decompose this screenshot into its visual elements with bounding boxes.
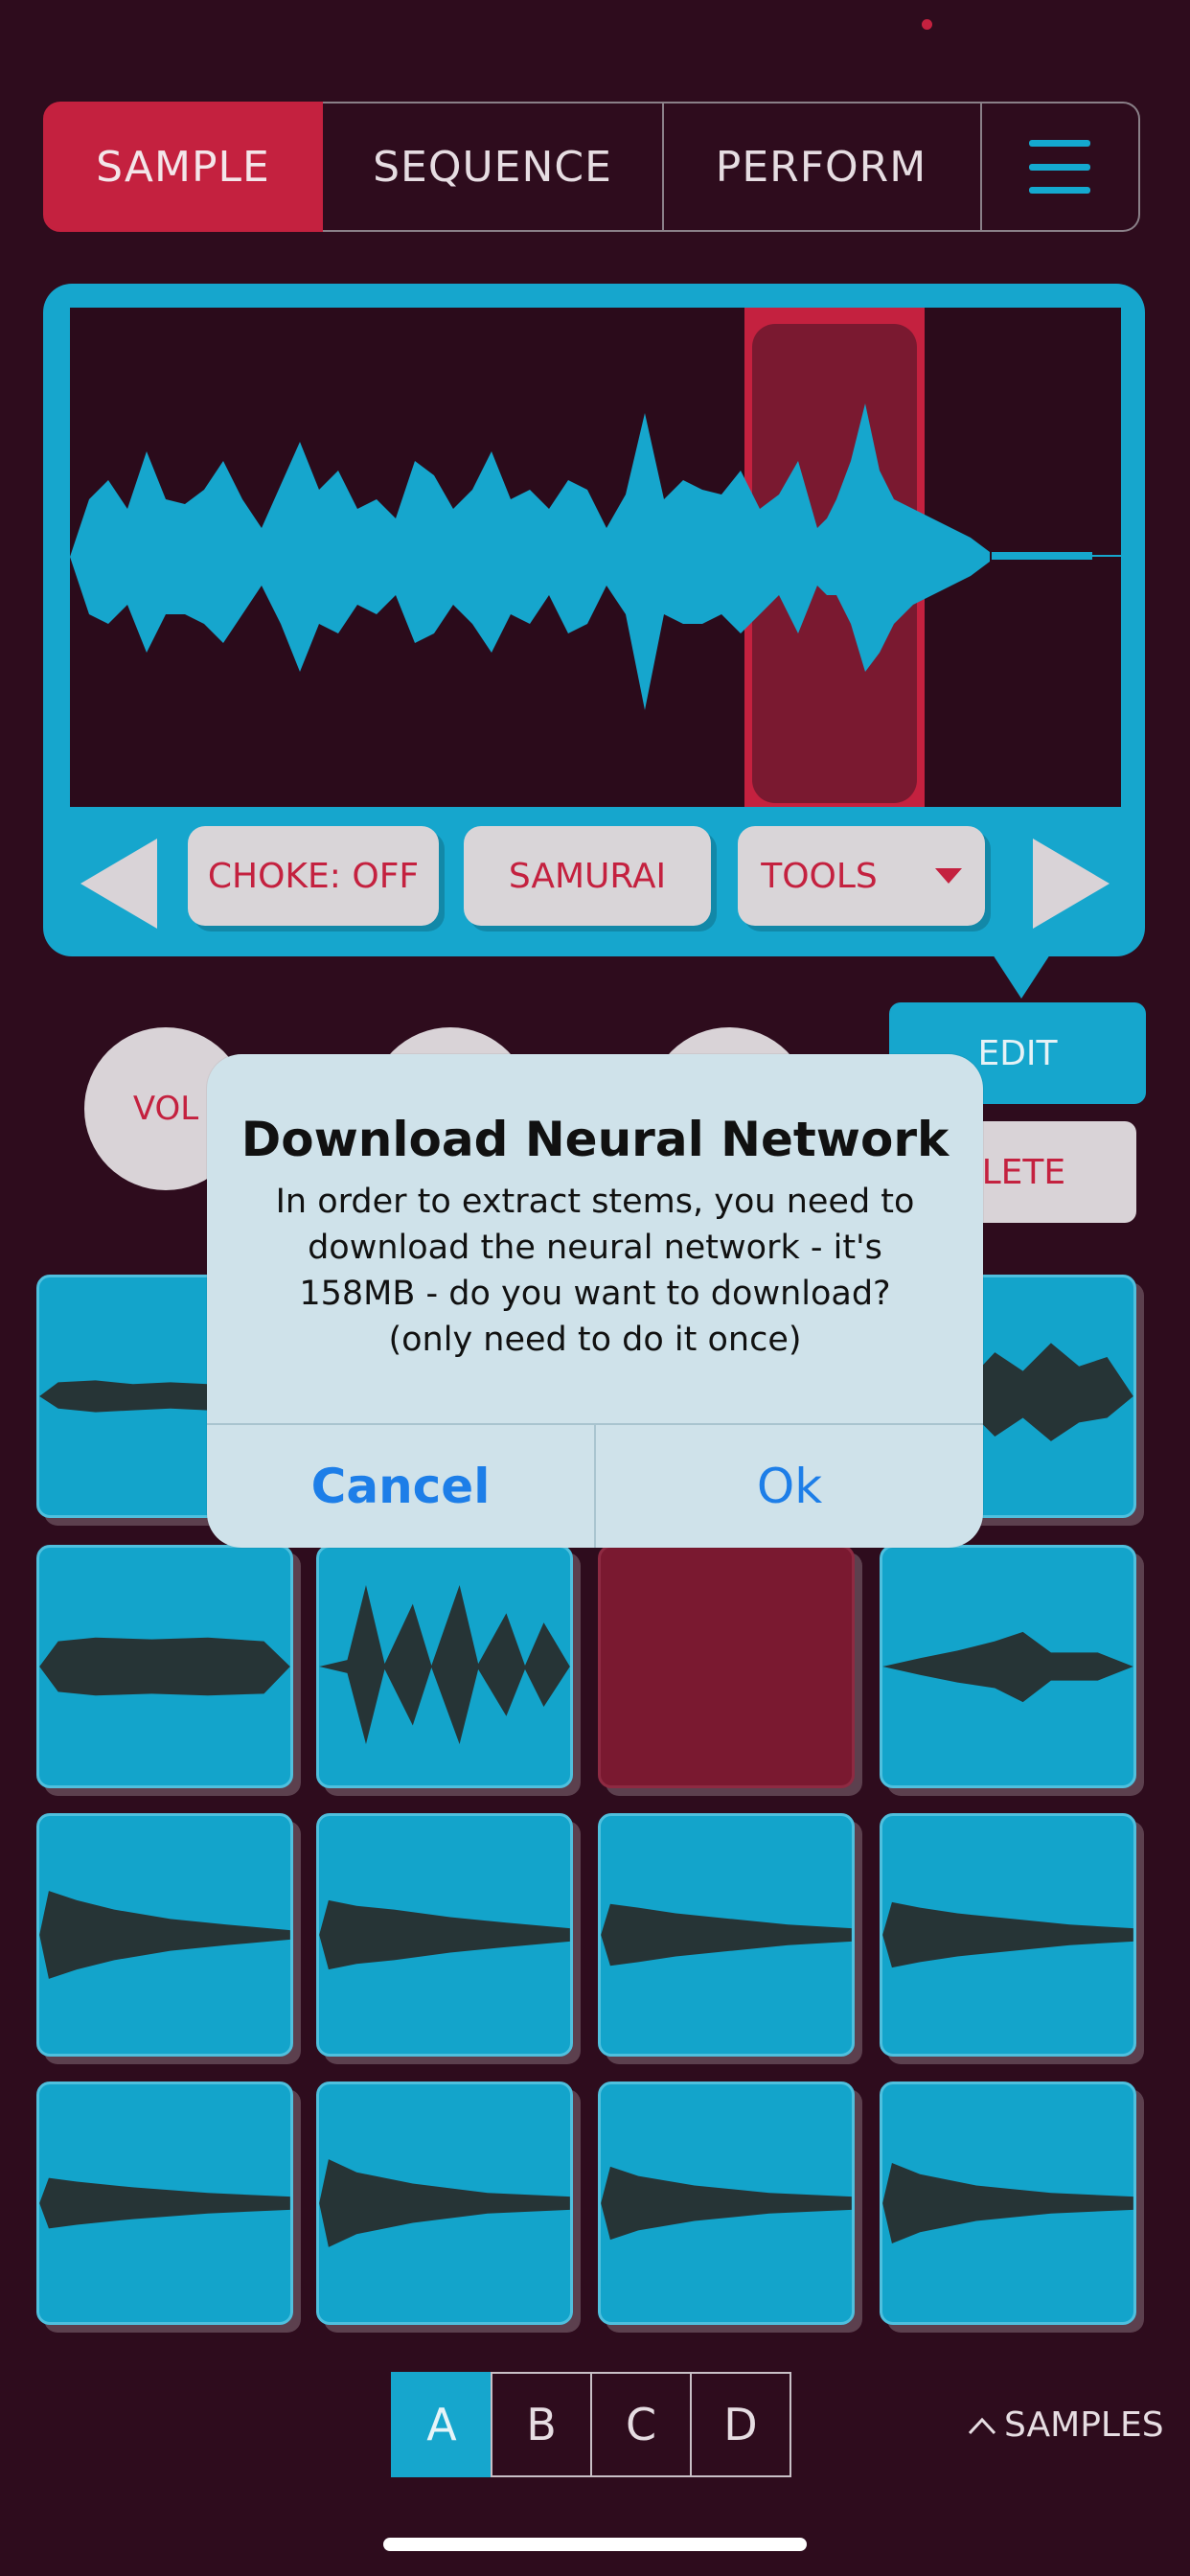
pad-6[interactable] xyxy=(316,1545,573,1788)
tab-sample[interactable]: SAMPLE xyxy=(43,102,323,232)
choke-button[interactable]: CHOKE: OFF xyxy=(188,826,439,926)
bank-a-label: A xyxy=(426,2399,457,2450)
bank-a-button[interactable]: A xyxy=(391,2372,492,2477)
pad-waveform xyxy=(39,2177,290,2229)
status-dot xyxy=(922,19,932,30)
pad-waveform xyxy=(882,2163,1133,2243)
pad-waveform xyxy=(319,1899,570,1970)
pad-waveform xyxy=(601,2166,852,2241)
tab-perform[interactable]: PERFORM xyxy=(662,102,982,232)
preset-label: SAMURAI xyxy=(508,856,667,896)
pad-waveform xyxy=(882,1901,1133,1968)
dialog-message: In order to extract stems, you need to d… xyxy=(275,1183,915,1359)
tools-label: TOOLS xyxy=(761,856,878,896)
pad-7-selected[interactable] xyxy=(598,1545,855,1788)
samples-link-label: SAMPLES xyxy=(1004,2405,1164,2445)
waveform-graphic xyxy=(70,403,1121,710)
pad-waveform xyxy=(39,1891,290,1979)
pointer-tail xyxy=(993,954,1050,999)
ok-label: Ok xyxy=(756,1459,823,1514)
pad-12[interactable] xyxy=(880,1813,1136,2057)
download-dialog: Download Neural Network In order to extr… xyxy=(207,1054,983,1548)
samples-link[interactable]: SAMPLES xyxy=(968,2405,1164,2445)
tab-sample-label: SAMPLE xyxy=(96,142,270,192)
pad-8[interactable] xyxy=(880,1545,1136,1788)
mode-tab-bar: SAMPLE SEQUENCE PERFORM xyxy=(43,102,1140,232)
edit-label: EDIT xyxy=(977,1033,1058,1073)
pad-waveform xyxy=(319,2159,570,2247)
bank-d-label: D xyxy=(723,2399,758,2450)
tools-dropdown[interactable]: TOOLS xyxy=(738,826,985,926)
pad-waveform xyxy=(882,1631,1133,1703)
bank-c-button[interactable]: C xyxy=(590,2372,692,2477)
pad-waveform xyxy=(601,1903,852,1966)
pad-10[interactable] xyxy=(316,1813,573,2057)
bank-b-label: B xyxy=(526,2399,557,2450)
pad-11[interactable] xyxy=(598,1813,855,2057)
next-arrow-icon[interactable] xyxy=(1033,839,1110,929)
pad-5[interactable] xyxy=(36,1545,293,1788)
bank-c-label: C xyxy=(625,2399,657,2450)
chevron-up-icon xyxy=(968,2417,996,2434)
pad-15[interactable] xyxy=(598,2082,855,2325)
bank-d-button[interactable]: D xyxy=(690,2372,791,2477)
choke-label: CHOKE: OFF xyxy=(207,856,420,896)
menu-button[interactable] xyxy=(980,102,1140,232)
cancel-button[interactable]: Cancel xyxy=(207,1425,594,1548)
home-indicator[interactable] xyxy=(383,2538,807,2551)
tab-sequence-label: SEQUENCE xyxy=(373,142,612,192)
dialog-title: Download Neural Network xyxy=(240,1112,950,1167)
tab-sequence[interactable]: SEQUENCE xyxy=(323,102,664,232)
preset-button[interactable]: SAMURAI xyxy=(464,826,711,926)
pad-9[interactable] xyxy=(36,1813,293,2057)
pad-waveform xyxy=(319,1585,570,1745)
knob-label-vol: VOL xyxy=(132,1090,199,1128)
ok-button[interactable]: Ok xyxy=(596,1425,983,1548)
dropdown-triangle-icon xyxy=(934,868,962,884)
pad-13[interactable] xyxy=(36,2082,293,2325)
pad-14[interactable] xyxy=(316,2082,573,2325)
tab-perform-label: PERFORM xyxy=(715,142,927,192)
bank-selector: A B C D xyxy=(391,2372,793,2477)
bank-b-button[interactable]: B xyxy=(491,2372,592,2477)
cancel-label: Cancel xyxy=(310,1459,491,1514)
previous-arrow-icon[interactable] xyxy=(80,839,157,929)
pad-waveform xyxy=(39,1637,290,1696)
pad-16[interactable] xyxy=(880,2082,1136,2325)
hamburger-menu-icon xyxy=(1028,140,1090,194)
